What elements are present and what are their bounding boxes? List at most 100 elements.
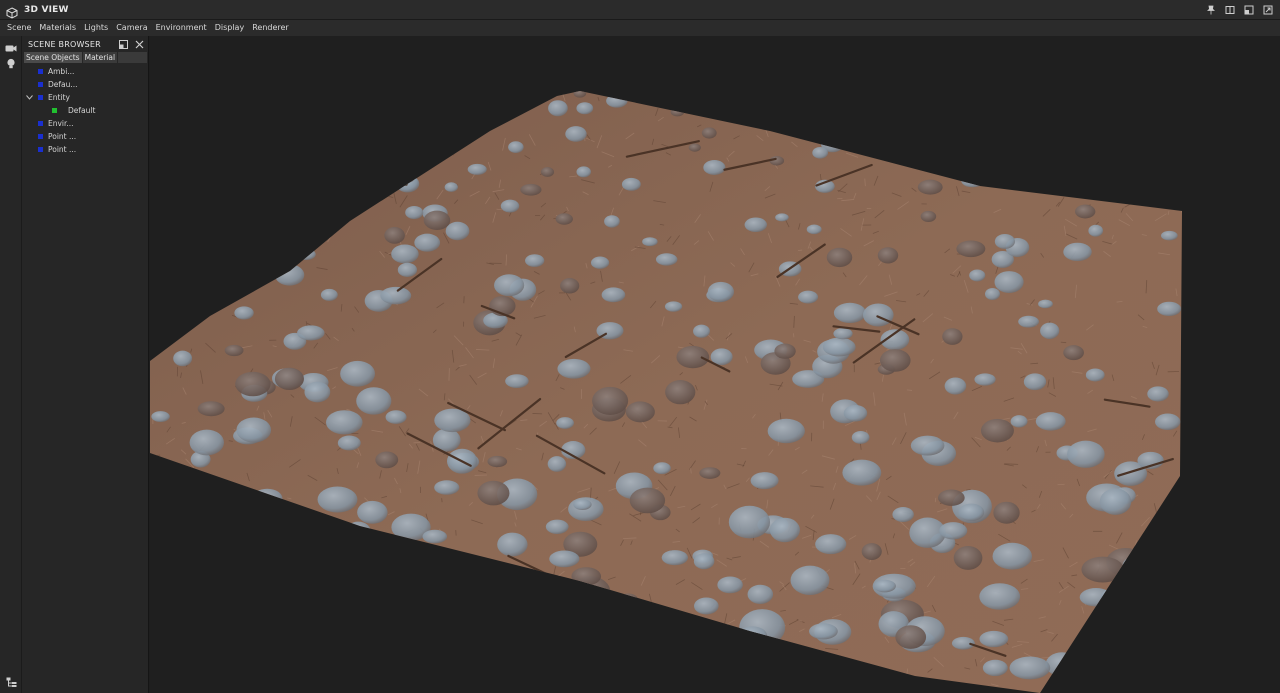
needle-texture [204,546,209,560]
needle-texture [151,461,161,471]
stone [520,183,542,196]
stone [414,233,441,252]
stone [811,129,830,143]
needle-texture [1057,483,1065,486]
stone [365,587,409,619]
stone [304,635,348,672]
needle-texture [247,596,252,611]
needle-texture [443,644,446,649]
stone [548,100,568,117]
stone [576,166,591,178]
tree-item-point-light-1[interactable]: Point ... [22,130,148,143]
needle-texture [340,219,348,223]
needle-texture [302,127,311,135]
needle-texture [1129,113,1136,121]
pin-icon[interactable] [1204,3,1217,16]
stone [234,238,261,260]
needle-texture [1087,93,1099,98]
menu-environment[interactable]: Environment [152,20,211,36]
stone [256,259,279,277]
stone [1038,299,1053,309]
needle-texture [150,536,155,550]
needle-texture [1126,87,1133,90]
tree-item-default-light[interactable]: Defau... [22,78,148,91]
stone [403,562,448,599]
stone [1161,230,1178,241]
tree-item-environment[interactable]: Envir... [22,117,148,130]
needle-texture [284,505,289,508]
needle-texture [1167,101,1171,109]
stone [330,180,354,195]
stone [251,488,283,509]
camera-icon[interactable] [0,40,22,56]
stone [920,125,942,139]
menu-display[interactable]: Display [211,20,249,36]
stone [234,306,254,320]
stone [573,499,592,510]
needle-texture [1060,341,1067,344]
stone [397,262,418,277]
3d-viewport[interactable] [150,36,1280,693]
needle-texture [172,550,178,562]
close-icon[interactable] [1261,3,1274,16]
stone [455,649,484,672]
stone [251,200,270,213]
needle-texture [854,106,859,116]
needle-texture [443,115,454,121]
tree-item-label: Envir... [48,119,74,128]
undock-icon[interactable] [118,39,128,49]
light-bulb-icon[interactable] [0,56,22,72]
needle-texture [1105,663,1109,673]
menu-renderer[interactable]: Renderer [248,20,293,36]
needle-texture [244,218,253,222]
stone [560,278,580,294]
stone [1010,415,1028,428]
stone [944,377,967,395]
needle-texture [220,247,225,256]
needle-texture [1019,117,1022,128]
stone [395,175,420,193]
viewport-canvas[interactable] [150,36,1280,693]
tree-item-ambient[interactable]: Ambi... [22,65,148,78]
stone [655,253,678,266]
tree-item-entity[interactable]: Entity [22,91,148,104]
needle-texture [1178,179,1180,190]
close-panel-icon[interactable] [134,39,144,49]
split-icon[interactable] [1223,3,1236,16]
needle-texture [798,91,806,100]
stone [779,646,806,662]
needle-texture [345,596,353,610]
needle-texture [1155,668,1161,670]
tab-material[interactable]: Material [82,52,118,63]
needle-texture [283,180,292,183]
stone [497,532,528,557]
needle-texture [994,149,1004,153]
needle-texture [976,92,980,98]
stone [956,240,986,258]
needle-texture [685,87,688,90]
needle-texture [151,262,154,268]
needle-texture [213,142,219,152]
restore-icon[interactable] [1242,3,1255,16]
needle-texture [279,617,290,626]
stone [1153,561,1182,584]
menu-camera[interactable]: Camera [112,20,151,36]
tree-item-point-light-2[interactable]: Point ... [22,143,148,156]
needle-texture [1174,682,1182,688]
hierarchy-icon[interactable] [3,675,19,689]
chevron-down-icon[interactable] [25,94,33,102]
stone [1125,600,1165,634]
needle-texture [310,585,316,598]
needle-texture [340,151,346,156]
needle-texture [572,596,581,605]
object-color-swatch [38,69,43,74]
tree-item-default-material[interactable]: Default [22,104,148,117]
menu-scene[interactable]: Scene [3,20,35,36]
menu-materials[interactable]: Materials [35,20,80,36]
menu-lights[interactable]: Lights [80,20,112,36]
tab-scene-objects[interactable]: Scene Objects [24,52,82,63]
needle-texture [1111,607,1118,613]
needle-texture [158,197,163,207]
needle-texture [922,686,930,693]
needle-texture [215,529,220,537]
